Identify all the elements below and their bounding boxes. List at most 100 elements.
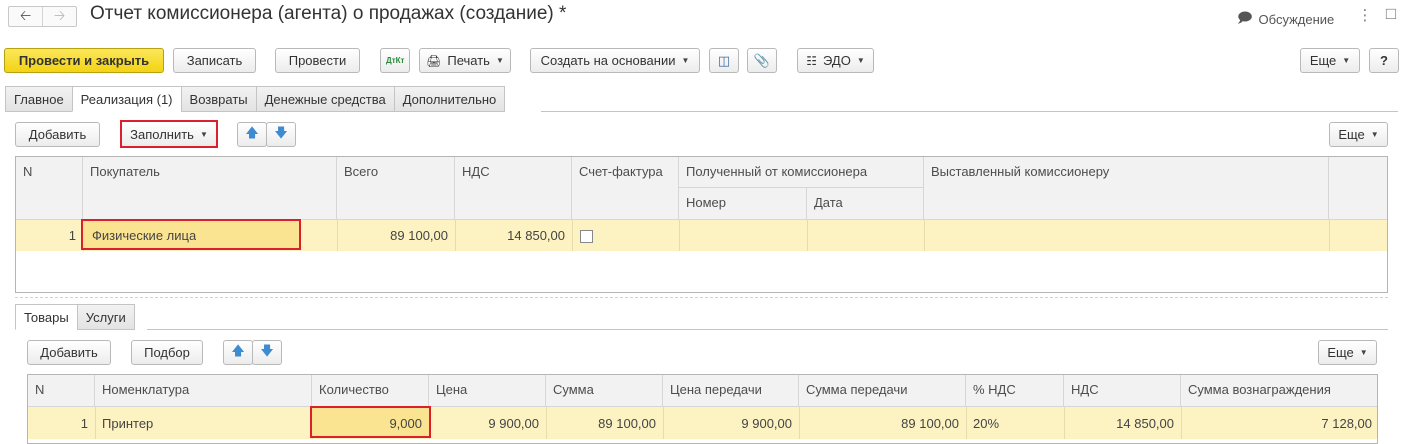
sales-more-button[interactable]: Еще ▼ — [1329, 122, 1388, 147]
vat-rate-value: 20% — [973, 416, 1000, 431]
col-vat[interactable]: НДС — [1064, 375, 1181, 407]
save-button[interactable]: Записать — [173, 48, 256, 73]
price-value: 9 900,00 — [488, 416, 539, 431]
row-number: 1 — [68, 228, 76, 243]
col-price[interactable]: Цена — [429, 375, 546, 407]
col-qty[interactable]: Количество — [312, 375, 429, 407]
hierarchy-icon: ◫ — [717, 52, 731, 68]
forward-arrow-icon[interactable]: 🡢 — [42, 7, 76, 26]
arrow-down-icon: 🡇 — [260, 342, 274, 358]
select-label: Подбор — [144, 345, 190, 360]
select-button[interactable]: Подбор — [131, 340, 203, 365]
attach-button[interactable]: 📎 — [747, 48, 777, 73]
col-number[interactable]: Номер — [679, 188, 807, 220]
col-date[interactable]: Дата — [807, 188, 924, 220]
structure-button[interactable]: ◫ — [709, 48, 739, 73]
history-nav: 🡠 🡢 — [8, 6, 77, 27]
col-n[interactable]: N — [28, 375, 95, 407]
chevron-down-icon: ▼ — [856, 56, 865, 65]
create-based-on-button[interactable]: Создать на основании ▼ — [530, 48, 700, 73]
sales-add-button[interactable]: Добавить — [15, 122, 100, 147]
tab-panel-border — [541, 111, 1398, 112]
back-arrow-icon[interactable]: 🡠 — [9, 7, 42, 26]
tab-services[interactable]: Услуги — [76, 304, 135, 330]
sales-more-label: Еще — [1338, 127, 1365, 142]
chevron-down-icon: ▼ — [1359, 348, 1368, 357]
col-item[interactable]: Номенклатура — [95, 375, 312, 407]
col-transfer-price[interactable]: Цена передачи — [663, 375, 799, 407]
column-divider — [807, 220, 808, 251]
col-filler — [1329, 157, 1387, 220]
column-divider — [572, 220, 573, 251]
more-button[interactable]: Еще ▼ — [1300, 48, 1360, 73]
tab-cash[interactable]: Денежные средства — [255, 86, 394, 112]
col-invoice[interactable]: Счет-фактура — [572, 157, 679, 220]
window-resize-icon[interactable]: □ — [1383, 4, 1399, 24]
edo-icon: ☷ — [806, 53, 817, 68]
sales-add-label: Добавить — [28, 127, 87, 142]
post-button[interactable]: Провести — [275, 48, 360, 73]
column-divider — [1329, 220, 1330, 251]
col-vat-rate[interactable]: % НДС — [966, 375, 1064, 407]
table-row[interactable]: 1 Принтер 9,000 9 900,00 89 100,00 9 900… — [28, 406, 1377, 439]
fill-label: Заполнить — [130, 126, 194, 142]
goods-move-down-button[interactable]: 🡇 — [252, 340, 282, 365]
goods-move-up-button[interactable]: 🡅 — [223, 340, 253, 365]
col-vat[interactable]: НДС — [455, 157, 572, 220]
chevron-down-icon: ▼ — [495, 56, 504, 65]
move-down-button[interactable]: 🡇 — [266, 122, 296, 147]
chat-icon: 🗩 — [1237, 9, 1253, 25]
invoice-checkbox[interactable] — [580, 230, 593, 243]
sum-value: 89 100,00 — [598, 416, 656, 431]
qty-value: 9,000 — [389, 416, 422, 431]
goods-more-label: Еще — [1327, 345, 1354, 360]
tab-additional[interactable]: Дополнительно — [393, 86, 506, 112]
column-divider — [679, 220, 680, 251]
chevron-down-icon: ▼ — [1342, 56, 1351, 65]
goods-more-button[interactable]: Еще ▼ — [1318, 340, 1377, 365]
splitter[interactable] — [15, 297, 1388, 298]
col-sum[interactable]: Сумма — [546, 375, 663, 407]
dt-kt-button[interactable]: ДтКт — [380, 48, 410, 73]
tab-goods[interactable]: Товары — [15, 304, 77, 330]
main-tabs: Главное Реализация (1) Возвраты Денежные… — [5, 86, 506, 112]
arrow-up-icon: 🡅 — [231, 342, 245, 358]
discussion-label: Обсуждение — [1258, 11, 1335, 27]
tab-returns[interactable]: Возвраты — [180, 86, 256, 112]
fill-button[interactable]: Заполнить ▼ — [120, 120, 218, 148]
item-value[interactable]: Принтер — [95, 416, 312, 431]
more-label: Еще — [1309, 53, 1337, 68]
table-row[interactable]: 1 Физические лица 89 100,00 14 850,00 — [16, 219, 1387, 251]
buyer-cell[interactable]: Физические лица — [81, 219, 301, 250]
chevron-down-icon: ▼ — [681, 56, 690, 65]
chevron-down-icon: ▼ — [1370, 130, 1379, 139]
col-transfer-sum[interactable]: Сумма передачи — [799, 375, 966, 407]
post-label: Провести — [288, 53, 347, 68]
goods-add-button[interactable]: Добавить — [27, 340, 111, 365]
col-total[interactable]: Всего — [337, 157, 455, 220]
vat-value: 14 850,00 — [1116, 416, 1174, 431]
col-received[interactable]: Полученный от комиссионера — [679, 157, 924, 188]
chevron-down-icon: ▼ — [199, 129, 208, 139]
post-and-close-button[interactable]: Провести и закрыть — [4, 48, 164, 73]
help-button[interactable]: ? — [1369, 48, 1399, 73]
help-icon: ? — [1380, 53, 1388, 68]
sales-table: N Покупатель Всего НДС Счет-фактура Полу… — [15, 156, 1388, 293]
print-button[interactable]: 🖨 Печать ▼ — [419, 48, 511, 73]
edo-button[interactable]: ☷ ЭДО ▼ — [797, 48, 874, 73]
printer-icon: 🖨 — [426, 53, 442, 68]
tab-main[interactable]: Главное — [5, 86, 72, 112]
tab-sales[interactable]: Реализация (1) — [71, 86, 181, 112]
sub-tabs: Товары Услуги — [15, 304, 135, 330]
buyer-value: Физические лица — [92, 228, 197, 243]
kebab-menu-icon[interactable]: ⋮ — [1357, 6, 1373, 24]
col-n[interactable]: N — [16, 157, 83, 220]
col-buyer[interactable]: Покупатель — [83, 157, 337, 220]
discussion-button[interactable]: 🗩 Обсуждение — [1237, 7, 1334, 31]
col-issued[interactable]: Выставленный комиссионеру — [924, 157, 1329, 220]
create-based-on-label: Создать на основании — [540, 53, 676, 68]
col-reward[interactable]: Сумма вознаграждения — [1181, 375, 1377, 407]
vat-value: 14 850,00 — [507, 228, 565, 243]
qty-cell[interactable]: 9,000 — [310, 406, 431, 438]
move-up-button[interactable]: 🡅 — [237, 122, 267, 147]
